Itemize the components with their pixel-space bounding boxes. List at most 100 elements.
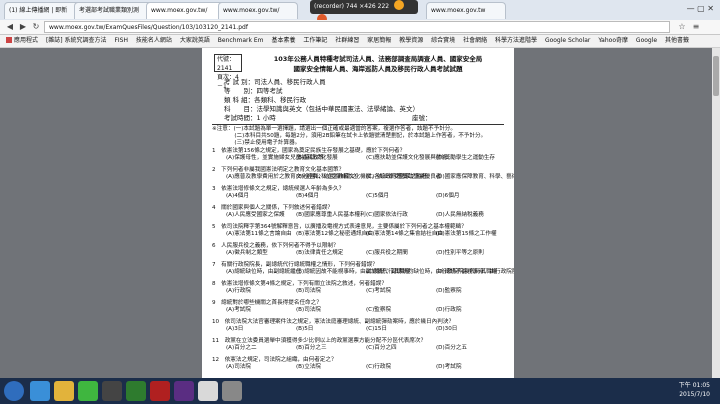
folder-icon[interactable]	[54, 381, 74, 401]
bookmark[interactable]: 工作筆記	[303, 35, 327, 47]
meta-category: 類 科 組：各類科、移民行政	[224, 96, 307, 104]
note: (三)禁止使用電子計算器。	[212, 140, 301, 146]
pdf-viewer[interactable]: 代號：2141 頁次：4－1 103年公務人員特種考試司法人員、法務部調查局調查…	[0, 48, 720, 378]
option: (A)人民應受國家之保護	[226, 212, 285, 218]
option: (D)6個月	[436, 193, 460, 199]
app-icon[interactable]	[222, 381, 242, 401]
bookmark[interactable]: Yahoo奇摩	[598, 35, 628, 47]
bookmark[interactable]: [雜誌] 系統究調查方法	[46, 35, 107, 47]
option: (C)考試院	[366, 288, 392, 294]
option: (B)全國公私立之教育文化機關，依法律受國家之監督	[296, 174, 428, 180]
tab-3[interactable]: www.moex.gov.tw/	[146, 2, 226, 19]
bookmark[interactable]: 教學資源	[399, 35, 423, 47]
bookmarks-bar: 應用程式 [雜誌] 系統究調查方法 FISH 技能名人網站 大家說英語 Benc…	[0, 35, 720, 48]
question-options: (A)3日 (B)5日 (C)15日 (D)30日	[226, 326, 506, 333]
tab-label: www.moex.gov.tw	[431, 7, 486, 14]
ie-icon[interactable]	[30, 381, 50, 401]
window-controls-icon[interactable]: — ▢ ✕	[687, 4, 714, 13]
clock-date: 2015/7/10	[679, 391, 710, 398]
bookmark[interactable]: 其他書籤	[665, 35, 689, 47]
bookmark[interactable]: Google Scholar	[545, 35, 590, 47]
recorder-label: (recorder) 744 ×426 222	[314, 3, 390, 10]
tab-label: www.moex.gov.tw/	[223, 7, 280, 14]
option: (D)行政院	[436, 307, 462, 313]
url-input[interactable]: www.moex.gov.tw/ExamQuesFiles/Question/1…	[44, 21, 670, 33]
scroll-thumb[interactable]	[713, 56, 719, 96]
clock-time: 下午 01:05	[678, 382, 710, 389]
option: (D)監察院	[436, 288, 462, 294]
bookmark[interactable]: 科學方法進階學	[495, 35, 537, 47]
question-text: 1 依憲法第156條之規定，國家為奠定民族生存發展之基礎，應於下列何者？	[212, 148, 406, 154]
exam-title: 103年公務人員特種考試司法人員、法務部調查局調查人員、國家安全局 國家安全情報…	[258, 54, 498, 74]
option: (A)憲法第11條之言論自由	[226, 231, 292, 237]
question-text: 2 下列何者非屬我國憲法明定之教育文化基本國策？	[212, 167, 345, 173]
question-text: 12 依憲法之規定，司法院之組織，由何者定之？	[212, 357, 337, 363]
option: (C)監察院	[366, 307, 392, 313]
option: (C)15日	[366, 326, 387, 332]
tab-label: www.moex.gov.tw/	[151, 7, 208, 14]
start-icon[interactable]	[4, 381, 24, 401]
option: (A)保護母性，並實施婦女兒童福利政策	[226, 155, 324, 161]
bookmark[interactable]: 社群練習	[335, 35, 359, 47]
option: (C)總統、副總統均缺位時，由行政院院長代行其職權	[366, 269, 498, 275]
option: (A)考試院	[226, 307, 251, 313]
option: (C)百分之四	[366, 345, 397, 351]
chrome-icon[interactable]	[198, 381, 218, 401]
line-icon[interactable]	[78, 381, 98, 401]
tab-4[interactable]: www.moex.gov.tw/	[218, 2, 298, 19]
bookmark[interactable]: Google	[636, 35, 657, 47]
option: (C)應扶助並保護文化發展與藝術	[366, 155, 447, 161]
question-options: (A)行政院 (B)司法院 (C)考試院 (D)監察院	[226, 288, 506, 295]
option: (B)4個月	[296, 193, 319, 199]
tab-5[interactable]: www.moex.gov.tw	[426, 2, 506, 19]
option: (D)性別平等之原則	[436, 250, 484, 256]
screen-recorder-bar[interactable]: (recorder) 744 ×426 222	[310, 0, 418, 24]
note: ※注意：(一)本試題為單一選擇題，請選出一個正確或最適當的答案，複選作答者，該題…	[212, 126, 456, 132]
question-options: (A)司法院 (B)立法院 (C)行政院 (D)考試院	[226, 364, 506, 371]
browser-tabstrip: (1) 線上傳播網 | 即新 考選部考試職業類別測 www.moex.gov.t…	[0, 0, 720, 24]
forward-icon[interactable]: ▶	[17, 21, 29, 33]
bookmark[interactable]: 大家說英語	[180, 35, 210, 47]
option: (B)法律責任之規定	[296, 250, 344, 256]
app-icon[interactable]	[174, 381, 194, 401]
media-icon[interactable]	[102, 381, 122, 401]
question-options: (A)人民應受國家之保護 (B)國家應尊重人民基本權利(C)國家依法行政 (D)人民…	[226, 212, 506, 219]
exam-code: 代號：2141	[217, 56, 236, 72]
bookmark[interactable]: 應用程式	[6, 35, 38, 47]
option: (D)百分之五	[436, 345, 468, 351]
option: (C)行政院	[366, 364, 392, 370]
option: (B)司法院	[296, 307, 321, 313]
bookmark[interactable]: 家居簡報	[367, 35, 391, 47]
question-options: (A)百分之二 (B)百分之三 (C)百分之四 (D)百分之五	[226, 345, 506, 352]
question-options: (A)保護母性，並實施婦女兒童福利政策(B)協助文化發展 (C)應扶助並保護文化發…	[226, 155, 506, 162]
bookmark[interactable]: 綜合實境	[431, 35, 455, 47]
bookmark[interactable]: FISH	[114, 35, 128, 47]
pdf-page: 代號：2141 頁次：4－1 103年公務人員特種考試司法人員、法務部調查局調查…	[202, 48, 514, 378]
question-text: 10 依司法院大法官審理案件法之規定，憲法法庭審理總統、副總統彈劾案時，應於幾日…	[212, 319, 455, 325]
option: (B)協助文化發展	[296, 155, 338, 161]
option: (C)憲法第14條之集會結社自由	[366, 231, 443, 237]
flash-icon[interactable]	[150, 381, 170, 401]
option: (C)5個月	[366, 193, 390, 199]
question-options: (A)應普及教學費用於之教育文化經費，依國庫補助之(B)全國公私立之教育文化機關…	[226, 174, 514, 181]
reload-icon[interactable]: ↻	[30, 21, 42, 33]
option: (C)服兵役之期間	[366, 250, 408, 256]
bookmark[interactable]: Benchmark Em	[218, 35, 264, 47]
bookmark[interactable]: 基本素養	[271, 35, 295, 47]
tab-1[interactable]: (1) 線上傳播網 | 即新	[4, 2, 82, 19]
option: (A)百分之二	[226, 345, 257, 351]
record-button[interactable]	[394, 0, 405, 10]
scrollbar[interactable]	[712, 48, 720, 378]
dreamweaver-icon[interactable]	[126, 381, 146, 401]
menu-icon[interactable]: ≡	[690, 21, 702, 33]
tab-2[interactable]: 考選部考試職業類別測	[74, 2, 154, 19]
question-options: (A)考試院 (B)司法院 (C)監察院 (D)行政院	[226, 307, 506, 314]
option: (C)國家依法行政	[366, 212, 408, 218]
bookmark[interactable]: 技能名人網站	[136, 35, 172, 47]
bookmark[interactable]: 社會網絡	[463, 35, 487, 47]
back-icon[interactable]: ◀	[4, 21, 16, 33]
star-icon[interactable]: ☆	[676, 21, 688, 33]
option: (A)應普及教學費用於之教育文化經費，依國庫補助之	[226, 174, 358, 180]
meta-level: 等 別：四等考試	[224, 87, 283, 95]
option: (D)考試院	[436, 364, 462, 370]
